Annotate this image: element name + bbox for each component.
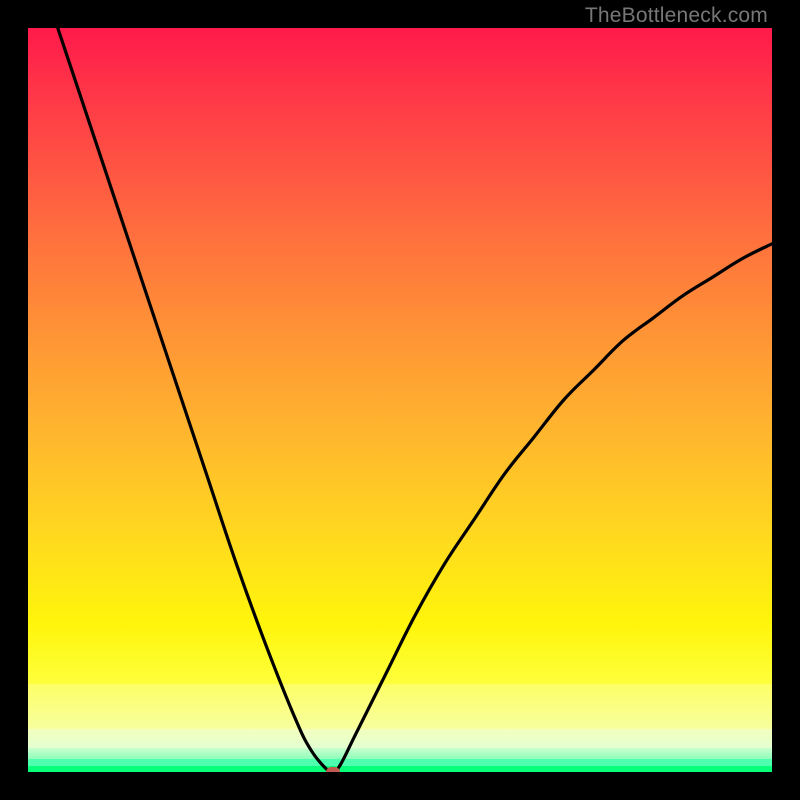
plot-area: [28, 28, 772, 772]
curve-layer: [28, 28, 772, 772]
chart-frame: TheBottleneck.com: [0, 0, 800, 800]
bottleneck-curve: [58, 28, 772, 772]
optimum-marker: [326, 767, 340, 772]
watermark-label: TheBottleneck.com: [585, 4, 768, 28]
